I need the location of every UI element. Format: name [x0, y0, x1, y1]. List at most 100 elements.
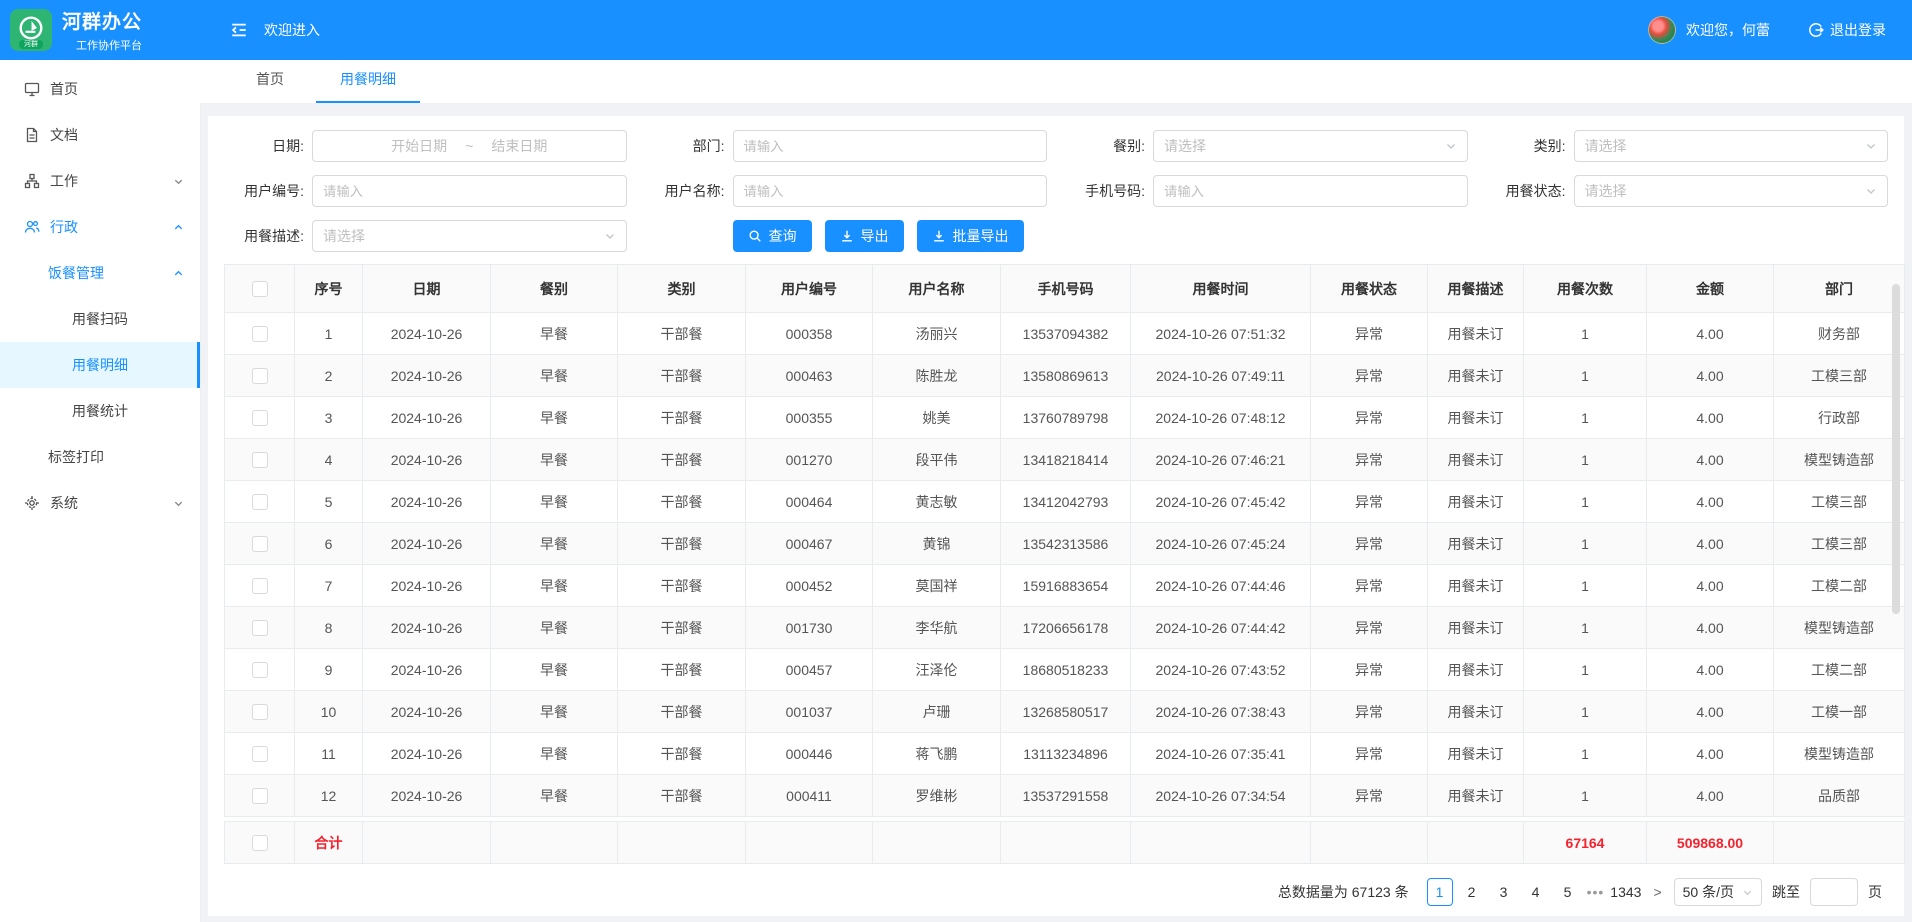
row-checkbox[interactable]: [252, 494, 268, 510]
row-checkbox[interactable]: [252, 788, 268, 804]
sidebar-item-label: 首页: [50, 79, 78, 99]
cell-meal_time: 2024-10-26 07:44:46: [1131, 565, 1311, 607]
user-id-input[interactable]: [312, 175, 627, 207]
date-range-input[interactable]: 开始日期 ~ 结束日期: [312, 130, 627, 162]
sidebar-item-work[interactable]: 工作: [0, 158, 200, 204]
logout-button[interactable]: 退出登录: [1808, 20, 1886, 40]
cell-user_id: 000411: [746, 775, 873, 817]
total-row-checkbox[interactable]: [252, 835, 268, 851]
sidebar-item-docs[interactable]: 文档: [0, 112, 200, 158]
query-button[interactable]: 查询: [733, 220, 812, 252]
row-checkbox[interactable]: [252, 620, 268, 636]
cell-meal_type: 早餐: [491, 397, 618, 439]
col-header-category: 类别: [618, 265, 746, 313]
menu-fold-icon[interactable]: [230, 21, 248, 39]
col-header-count: 用餐次数: [1524, 265, 1647, 313]
cell-user_name: 陈胜龙: [873, 355, 1001, 397]
cell-department: 工模一部: [1774, 691, 1905, 733]
table-row: 22024-10-26早餐干部餐000463陈胜龙135808696132024…: [225, 355, 1905, 397]
empty-total-cell: [1311, 822, 1428, 864]
export-button[interactable]: 导出: [825, 220, 904, 252]
empty-total-cell: [363, 822, 491, 864]
pagination-total-text: 总数据量为 67123 条: [1278, 882, 1409, 902]
page-button-5[interactable]: 5: [1555, 878, 1581, 906]
batch-export-button[interactable]: 批量导出: [917, 220, 1024, 252]
cell-user_id: 000446: [746, 733, 873, 775]
cell-user_id: 001730: [746, 607, 873, 649]
page-button-2[interactable]: 2: [1459, 878, 1485, 906]
user-name-input[interactable]: [733, 175, 1048, 207]
page-button-3[interactable]: 3: [1491, 878, 1517, 906]
cell-meal_type: 早餐: [491, 523, 618, 565]
sidebar-item-meal-detail[interactable]: 用餐明细: [0, 342, 200, 388]
cell-meal_type: 早餐: [491, 313, 618, 355]
tab-home[interactable]: 首页: [232, 69, 308, 103]
next-page-button[interactable]: >: [1651, 884, 1663, 900]
page-button-1343[interactable]: 1343: [1610, 878, 1641, 906]
filter-meal-type: 餐别: 请选择: [1065, 130, 1468, 162]
date-separator: ~: [465, 138, 473, 154]
row-checkbox[interactable]: [252, 368, 268, 384]
chevron-down-icon: [1742, 887, 1753, 898]
sidebar-item-meal-scan[interactable]: 用餐扫码: [0, 296, 200, 342]
top-header-bar: 河群 河群办公 工作协作平台 欢迎进入 欢迎您，何蕾 退出登录: [0, 0, 1912, 60]
category-select[interactable]: 请选择: [1574, 130, 1889, 162]
chevron-down-icon: [1865, 140, 1877, 152]
sidebar-item-system[interactable]: 系统: [0, 480, 200, 526]
table-row: 72024-10-26早餐干部餐000452莫国祥159168836542024…: [225, 565, 1905, 607]
checkbox-cell: [225, 313, 295, 355]
user-avatar[interactable]: [1648, 16, 1676, 44]
query-button-label: 查询: [769, 226, 797, 246]
filter-actions: 查询 导出 批量导出: [645, 220, 1048, 252]
page-button-4[interactable]: 4: [1523, 878, 1549, 906]
checkbox-cell: [225, 691, 295, 733]
row-checkbox[interactable]: [252, 704, 268, 720]
phone-input[interactable]: [1153, 175, 1468, 207]
sidebar-item-label-print[interactable]: 标签打印: [0, 434, 200, 480]
jump-page-input[interactable]: [1810, 878, 1858, 906]
col-header-user_name: 用户名称: [873, 265, 1001, 313]
department-input[interactable]: [733, 130, 1048, 162]
page-button-1[interactable]: 1: [1427, 878, 1453, 906]
cell-amount: 4.00: [1647, 775, 1774, 817]
meal-desc-select[interactable]: 请选择: [312, 220, 627, 252]
cell-index: 11: [295, 733, 363, 775]
chevron-up-icon: [173, 222, 184, 233]
cell-description: 用餐未订: [1428, 313, 1524, 355]
topbar-left: 欢迎进入: [230, 20, 320, 40]
cell-department: 工模二部: [1774, 565, 1905, 607]
page-size-value: 50 条/页: [1683, 882, 1734, 902]
row-checkbox[interactable]: [252, 452, 268, 468]
row-checkbox[interactable]: [252, 746, 268, 762]
row-checkbox[interactable]: [252, 410, 268, 426]
cell-count: 1: [1524, 691, 1647, 733]
search-icon: [748, 229, 762, 243]
cell-category: 干部餐: [618, 313, 746, 355]
row-checkbox[interactable]: [252, 536, 268, 552]
page-size-select[interactable]: 50 条/页: [1674, 878, 1762, 906]
cell-count: 1: [1524, 481, 1647, 523]
row-checkbox[interactable]: [252, 578, 268, 594]
batch-export-button-label: 批量导出: [953, 226, 1009, 246]
cell-category: 干部餐: [618, 733, 746, 775]
row-checkbox[interactable]: [252, 662, 268, 678]
vertical-scrollbar[interactable]: [1892, 284, 1900, 614]
tab-meal-detail[interactable]: 用餐明细: [316, 69, 420, 103]
jump-suffix-label: 页: [1868, 882, 1882, 902]
cell-meal_time: 2024-10-26 07:48:12: [1131, 397, 1311, 439]
sidebar-item-label: 用餐扫码: [72, 309, 128, 329]
row-checkbox[interactable]: [252, 326, 268, 342]
meal-status-select[interactable]: 请选择: [1574, 175, 1889, 207]
table-row: 82024-10-26早餐干部餐001730李华航172066561782024…: [225, 607, 1905, 649]
sidebar-item-admin[interactable]: 行政: [0, 204, 200, 250]
cell-date: 2024-10-26: [363, 733, 491, 775]
meal-type-select[interactable]: 请选择: [1153, 130, 1468, 162]
sidebar-item-meal-management[interactable]: 饭餐管理: [0, 250, 200, 296]
sidebar-item-home[interactable]: 首页: [0, 66, 200, 112]
select-placeholder: 请选择: [1164, 136, 1206, 156]
select-all-checkbox[interactable]: [252, 281, 268, 297]
cell-department: 财务部: [1774, 313, 1905, 355]
sidebar-item-meal-stats[interactable]: 用餐统计: [0, 388, 200, 434]
welcome-text: 欢迎进入: [264, 20, 320, 40]
checkbox-cell: [225, 822, 295, 864]
